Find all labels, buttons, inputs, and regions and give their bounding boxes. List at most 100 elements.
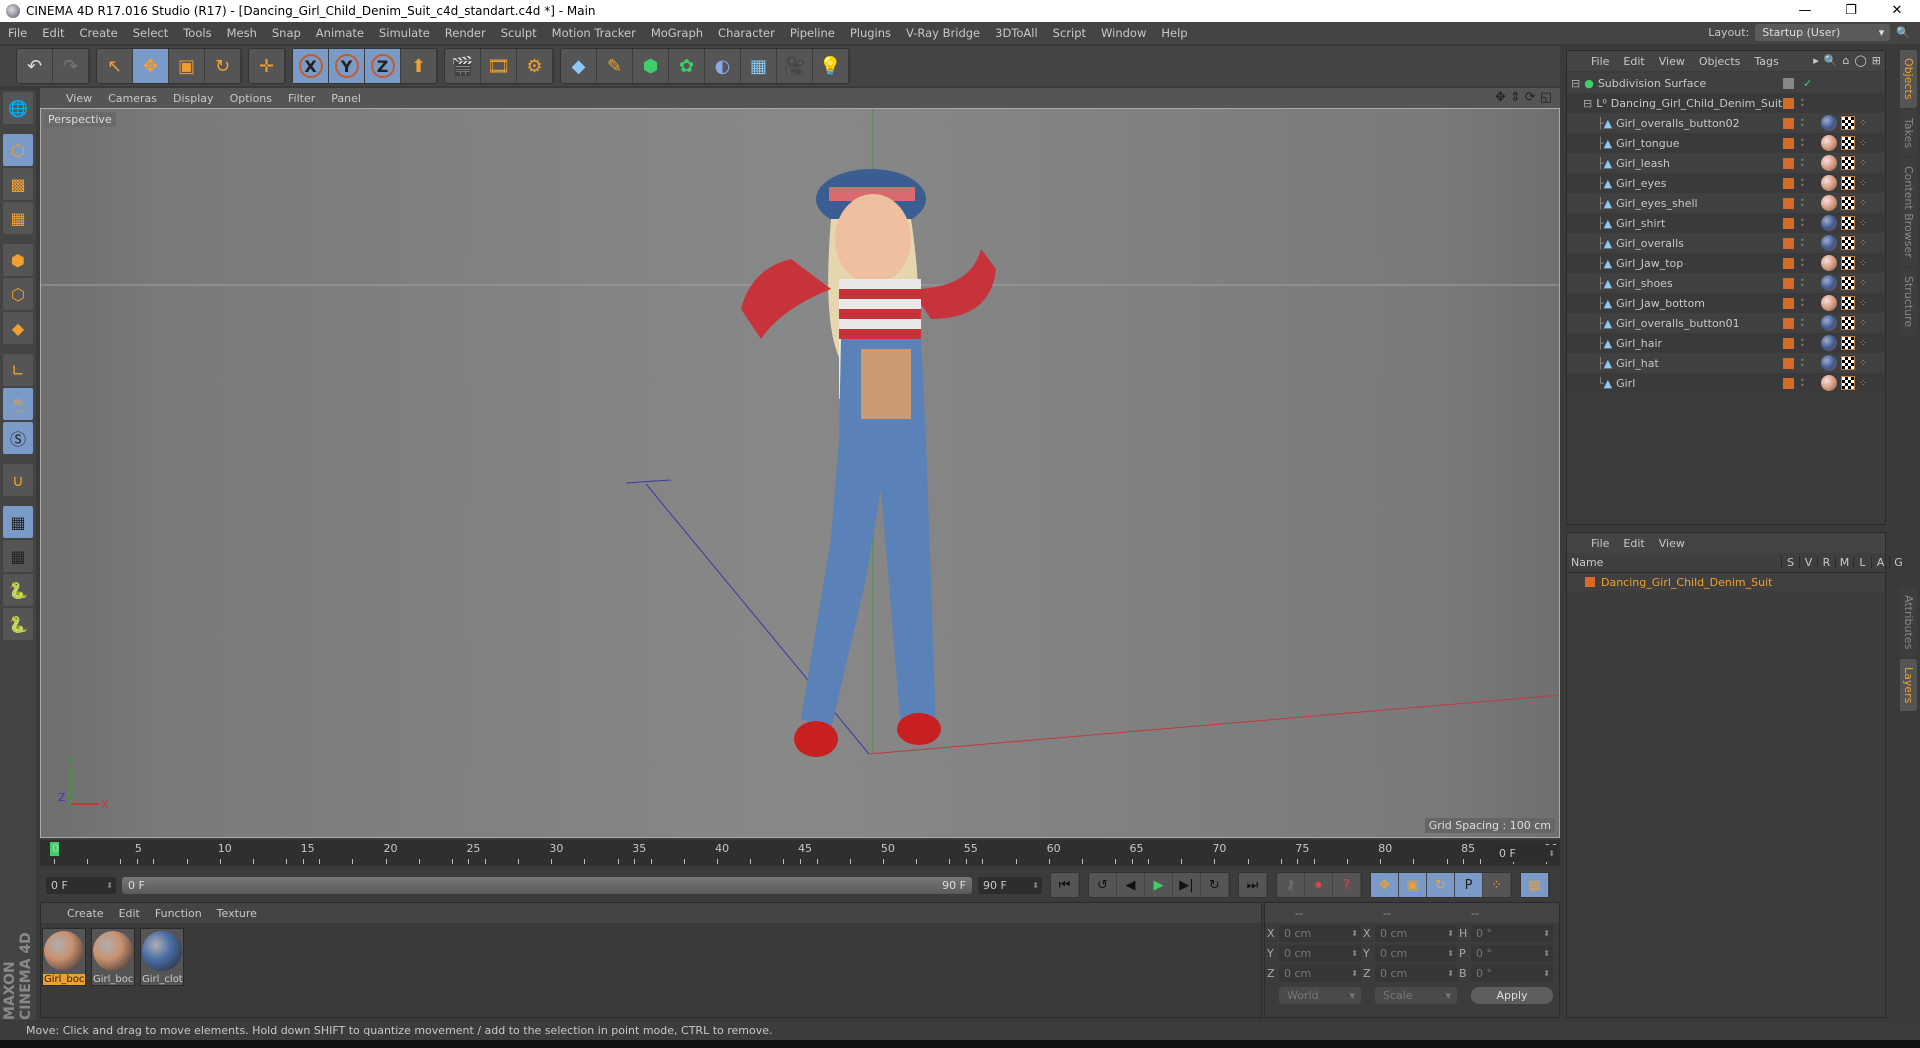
key-scale-button[interactable]: ▣	[1399, 873, 1427, 897]
go-to-end-button[interactable]: ⏭	[1239, 873, 1267, 897]
uvw-tag-icon[interactable]	[1841, 336, 1855, 350]
snap-magnet-icon[interactable]: ∪	[3, 464, 33, 496]
phong-tag-icon[interactable]: ⁘	[1859, 378, 1867, 389]
visibility-dots[interactable]: • •	[1800, 257, 1805, 270]
side-tab-structure[interactable]: Structure	[1900, 267, 1917, 335]
menu-tools[interactable]: Tools	[183, 26, 211, 40]
current-frame-field[interactable]: 0 F ⬍	[1494, 845, 1558, 862]
maximize-button[interactable]: ❐	[1828, 0, 1874, 22]
material-tag-icon[interactable]	[1821, 175, 1837, 191]
menu-render[interactable]: Render	[445, 26, 486, 40]
python-console-icon[interactable]: 🐍	[3, 608, 33, 640]
visibility-dots[interactable]: • •	[1800, 157, 1805, 170]
layer-swatch[interactable]	[1783, 217, 1794, 229]
motion-path-button[interactable]: ⚷	[1277, 873, 1305, 897]
menu-v-ray-bridge[interactable]: V-Ray Bridge	[906, 26, 980, 40]
uvw-tag-icon[interactable]	[1841, 356, 1855, 370]
layer-swatch[interactable]	[1783, 257, 1794, 269]
phong-tag-icon[interactable]: ⁘	[1859, 278, 1867, 289]
axis-mode-icon[interactable]: ∟	[3, 354, 33, 386]
move-tool[interactable]: ✥	[133, 49, 169, 83]
material-tag-icon[interactable]	[1821, 295, 1837, 311]
layer-swatch[interactable]	[1783, 297, 1794, 309]
uvw-tag-icon[interactable]	[1841, 376, 1855, 390]
phong-tag-icon[interactable]: ⁘	[1859, 178, 1867, 189]
key-rotation-button[interactable]: ↻	[1427, 873, 1455, 897]
phong-tag-icon[interactable]: ⁘	[1859, 258, 1867, 269]
close-button[interactable]: ✕	[1874, 0, 1920, 22]
uvw-tag-icon[interactable]	[1841, 296, 1855, 310]
layout-dropdown[interactable]: Startup (User)	[1755, 24, 1891, 41]
menu-sculpt[interactable]: Sculpt	[501, 26, 537, 40]
menu-file[interactable]: File	[8, 26, 27, 40]
phong-tag-icon[interactable]: ⁘	[1859, 338, 1867, 349]
side-tab-layers[interactable]: Layers	[1900, 659, 1917, 712]
object-row[interactable]: ├ ▲ Girl_shoes • • ⁘	[1567, 273, 1885, 293]
live-selection-tool[interactable]: ↖	[97, 49, 133, 83]
object-row[interactable]: ├ ▲ Girl_hat • • ⁘	[1567, 353, 1885, 373]
menu-edit[interactable]: Edit	[42, 26, 64, 40]
side-tab-takes[interactable]: Takes	[1900, 109, 1917, 156]
visibility-dots[interactable]: • •	[1800, 137, 1805, 150]
record-key-button[interactable]: ⏺	[1305, 873, 1333, 897]
menu-plugins[interactable]: Plugins	[850, 26, 891, 40]
pen-spline-button[interactable]: ✎	[597, 49, 633, 83]
timeline-window-button[interactable]: ▤	[1521, 873, 1549, 897]
menu-script[interactable]: Script	[1053, 26, 1086, 40]
timeline-ruler[interactable]: 051015202530354045505560657075808590	[40, 840, 1560, 866]
layer-column-v[interactable]: V	[1799, 556, 1817, 569]
previous-frame-button[interactable]: ◀	[1117, 873, 1145, 897]
uvw-tag-icon[interactable]	[1841, 316, 1855, 330]
redo-button[interactable]: ↷	[53, 49, 89, 83]
material-tag-icon[interactable]	[1821, 335, 1837, 351]
material-tag-icon[interactable]	[1821, 135, 1837, 151]
menu-window[interactable]: Window	[1101, 26, 1146, 40]
object-row[interactable]: ├ ▲ Girl_hair • • ⁘	[1567, 333, 1885, 353]
previous-key-button[interactable]: ↺	[1089, 873, 1117, 897]
eye-filter-icon[interactable]: ◯	[1854, 54, 1866, 67]
subdivision-surface-button[interactable]: ⬢	[633, 49, 669, 83]
search-icon[interactable]: 🔍	[1824, 54, 1838, 67]
material-tag-icon[interactable]	[1821, 215, 1837, 231]
visibility-dots[interactable]: • •	[1800, 377, 1805, 390]
material-menu-edit[interactable]: Edit	[119, 907, 140, 920]
frame-range-slider[interactable]: 0 F 90 F	[122, 876, 972, 894]
layer-swatch[interactable]	[1783, 77, 1794, 89]
layer-column-s[interactable]: S	[1781, 556, 1799, 569]
phong-tag-icon[interactable]: ⁘	[1859, 218, 1867, 229]
side-tab-objects[interactable]: Objects	[1900, 50, 1917, 108]
pan-view-icon[interactable]: ✥	[1495, 90, 1506, 105]
menu-animate[interactable]: Animate	[316, 26, 364, 40]
material-tag-icon[interactable]	[1821, 355, 1837, 371]
visibility-dots[interactable]: • •	[1800, 337, 1805, 350]
workplane-mode-icon[interactable]: ▦	[3, 202, 33, 234]
render-picture-viewer-button[interactable]: 🎞	[481, 49, 517, 83]
key-position-button[interactable]: ✥	[1371, 873, 1399, 897]
menu-mograph[interactable]: MoGraph	[651, 26, 703, 40]
menu-snap[interactable]: Snap	[272, 26, 301, 40]
render-settings-button[interactable]: ⚙	[517, 49, 553, 83]
deformer-button[interactable]: ◐	[705, 49, 741, 83]
material-swatch[interactable]: Girl_clot	[140, 928, 184, 986]
rotation-field[interactable]: 0 ° ⬍	[1471, 964, 1553, 982]
layer-swatch[interactable]	[1783, 377, 1794, 389]
object-row[interactable]: ├ ▲ Girl_overalls_button02 • • ⁘	[1567, 113, 1885, 133]
play-button[interactable]: ▶	[1145, 873, 1173, 897]
workplane-lock-icon[interactable]: ▦	[3, 506, 33, 538]
menu-help[interactable]: Help	[1161, 26, 1187, 40]
uvw-tag-icon[interactable]	[1841, 116, 1855, 130]
make-editable-button[interactable]: 🌐	[3, 92, 33, 124]
next-frame-button[interactable]: ▶|	[1173, 873, 1201, 897]
visibility-dots[interactable]: • •	[1800, 357, 1805, 370]
object-row[interactable]: ├ ▲ Girl_leash • • ⁘	[1567, 153, 1885, 173]
coordinate-system-button[interactable]: ⬆	[401, 49, 437, 83]
phong-tag-icon[interactable]: ⁘	[1859, 118, 1867, 129]
uvw-tag-icon[interactable]	[1841, 236, 1855, 250]
scale-tool[interactable]: ▣	[169, 49, 205, 83]
phong-tag-icon[interactable]: ⁘	[1859, 298, 1867, 309]
uvw-tag-icon[interactable]	[1841, 156, 1855, 170]
material-tag-icon[interactable]	[1821, 115, 1837, 131]
end-frame-field[interactable]: 90 F ⬍	[978, 876, 1042, 894]
phong-tag-icon[interactable]: ⁘	[1859, 358, 1867, 369]
uvw-tag-icon[interactable]	[1841, 136, 1855, 150]
